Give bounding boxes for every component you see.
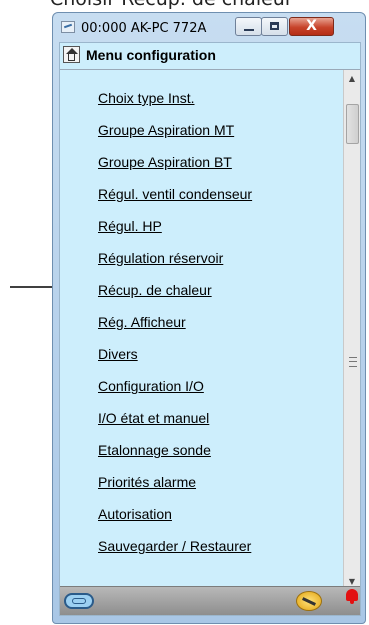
menu-item-priorites-alarme[interactable]: Priorités alarme xyxy=(98,474,196,494)
menu-item-io-etat-et-manuel[interactable]: I/O état et manuel xyxy=(98,410,209,430)
close-button[interactable]: X xyxy=(289,17,334,36)
wrench-icon[interactable] xyxy=(296,591,322,611)
menu-item-regul-hp[interactable]: Régul. HP xyxy=(98,218,162,238)
app-icon xyxy=(61,21,75,33)
maximize-button[interactable] xyxy=(261,17,288,36)
page-title: Menu configuration xyxy=(86,47,216,63)
scroll-up-icon[interactable]: ▲ xyxy=(344,70,360,87)
caption-text: Choisir Récup. de chaleur xyxy=(50,0,350,10)
key-icon[interactable] xyxy=(64,593,94,609)
home-icon[interactable] xyxy=(63,46,80,63)
app-window: 00:000 AK-PC 772A X Menu configuration C… xyxy=(52,12,366,624)
menu-item-groupe-aspiration-mt[interactable]: Groupe Aspiration MT xyxy=(98,122,234,142)
minimize-icon xyxy=(244,29,254,31)
status-footer xyxy=(60,586,360,615)
panel-header: Menu configuration xyxy=(60,43,360,70)
window-title: 00:000 AK-PC 772A xyxy=(81,21,207,36)
alarm-bell-icon[interactable] xyxy=(346,589,358,604)
menu-item-configuration-io[interactable]: Configuration I/O xyxy=(98,378,204,398)
menu-item-choix-type-inst[interactable]: Choix type Inst. xyxy=(98,90,195,110)
menu-panel: Menu configuration Choix type Inst. Grou… xyxy=(59,42,361,616)
scrollbar-thumb[interactable] xyxy=(346,104,359,144)
menu-item-etalonnage-sonde[interactable]: Etalonnage sonde xyxy=(98,442,211,462)
menu-list: Choix type Inst. Groupe Aspiration MT Gr… xyxy=(60,70,342,590)
menu-item-divers[interactable]: Divers xyxy=(98,346,138,366)
menu-item-reg-afficheur[interactable]: Rég. Afficheur xyxy=(98,314,186,334)
menu-item-regulation-reservoir[interactable]: Régulation réservoir xyxy=(98,250,223,270)
menu-item-recup-de-chaleur[interactable]: Récup. de chaleur xyxy=(98,282,212,302)
minimize-button[interactable] xyxy=(235,17,262,36)
title-bar[interactable]: 00:000 AK-PC 772A X xyxy=(53,13,365,41)
menu-item-sauvegarder-restaurer[interactable]: Sauvegarder / Restaurer xyxy=(98,538,251,558)
maximize-icon xyxy=(270,22,279,30)
scrollbar-grip-icon xyxy=(349,357,357,367)
menu-item-autorisation[interactable]: Autorisation xyxy=(98,506,172,526)
close-icon: X xyxy=(306,18,317,34)
vertical-scrollbar[interactable]: ▲ ▼ xyxy=(343,70,360,590)
menu-item-groupe-aspiration-bt[interactable]: Groupe Aspiration BT xyxy=(98,154,232,174)
menu-item-regul-ventil-condenseur[interactable]: Régul. ventil condenseur xyxy=(98,186,252,206)
